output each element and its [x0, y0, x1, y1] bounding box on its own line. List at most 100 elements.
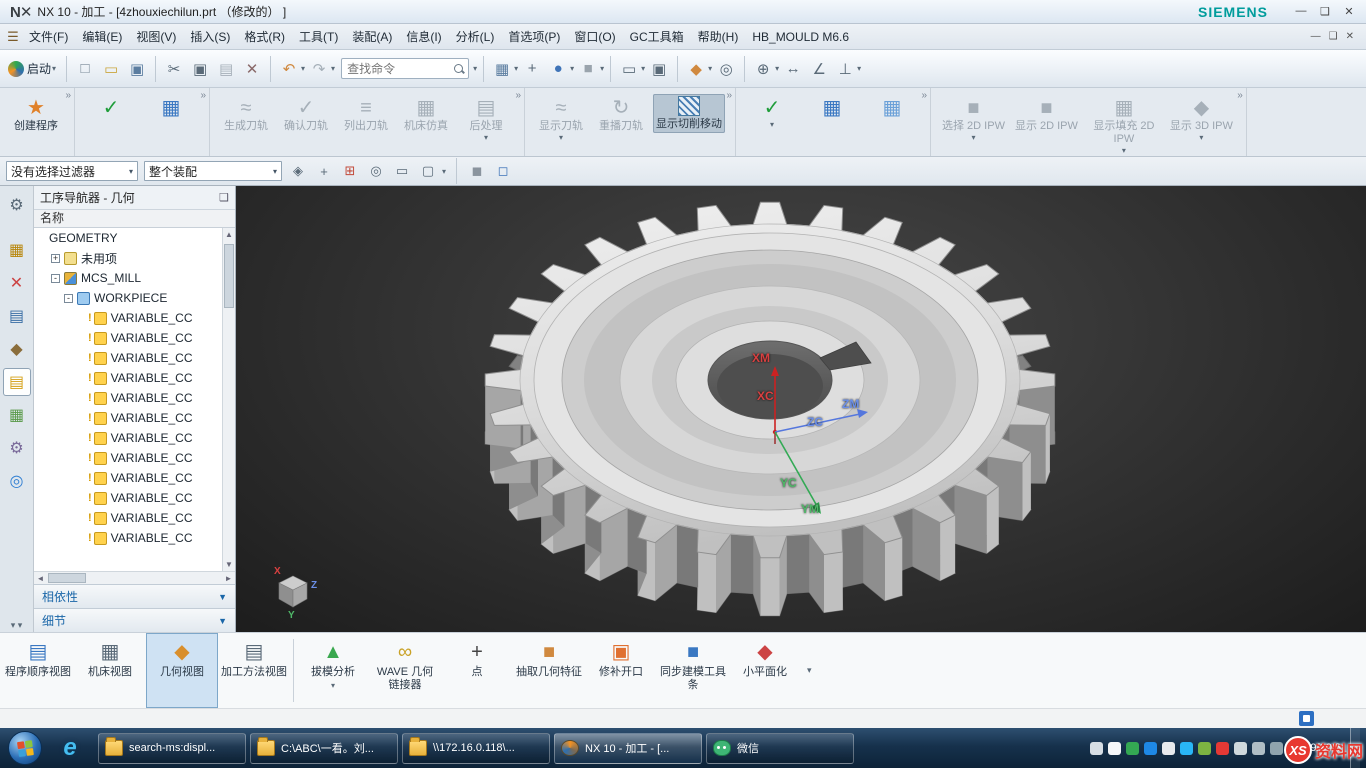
save-button[interactable]: ▣: [125, 57, 149, 81]
menu-item-12[interactable]: GC工具箱: [623, 25, 691, 49]
language-bar-icon[interactable]: [1299, 711, 1314, 726]
group-overflow-icon[interactable]: »: [921, 90, 927, 101]
show-toolpath-button[interactable]: ≈显示刀轨▾: [533, 94, 589, 144]
shaded-cube-icon[interactable]: ◼: [467, 161, 487, 181]
edit-operation-check-button[interactable]: ✓: [83, 94, 139, 122]
paste-button[interactable]: ▤: [214, 57, 238, 81]
pan-view-button[interactable]: +: [520, 57, 544, 81]
settings-button[interactable]: ⚙: [4, 192, 30, 218]
tree-row-variablecc-6[interactable]: !VARIABLE_CC: [34, 348, 222, 368]
dropdown-arrow-icon[interactable]: ▾: [331, 64, 335, 73]
tree-row-workpiece-3[interactable]: -WORKPIECE: [34, 288, 222, 308]
tree-row-variablecc-14[interactable]: !VARIABLE_CC: [34, 508, 222, 528]
patch-opening-button[interactable]: ▣修补开口: [585, 633, 657, 708]
vertical-scrollbar[interactable]: ▲ ▼: [222, 228, 235, 571]
replay-toolpath-button[interactable]: ↻重播刀轨: [593, 94, 649, 135]
child-close-button[interactable]: ✕: [1346, 31, 1354, 42]
start-button[interactable]: [8, 731, 42, 765]
machining-feature-navigator-button[interactable]: ▦: [4, 402, 30, 428]
reuse-library-button[interactable]: ◆: [4, 336, 30, 362]
dropdown-arrow-icon[interactable]: ▾: [1122, 146, 1126, 155]
scroll-right-icon[interactable]: ►: [222, 572, 235, 585]
tool-crib-button[interactable]: ⚙: [4, 435, 30, 461]
background-color-button[interactable]: ■: [576, 57, 600, 81]
postprocess-button[interactable]: ▤后处理▾: [458, 94, 514, 144]
dropdown-arrow-icon[interactable]: ▾: [857, 64, 861, 73]
child-restore-button[interactable]: ❑: [1329, 31, 1338, 42]
group-overflow-icon[interactable]: »: [726, 90, 732, 101]
dependencies-section[interactable]: 相依性 ▼: [34, 584, 235, 608]
qq-tray-icon[interactable]: [1144, 742, 1157, 755]
delete-button[interactable]: ✕: [240, 57, 264, 81]
dropdown-arrow-icon[interactable]: ▾: [442, 167, 446, 176]
part-navigator-button[interactable]: ▤: [4, 303, 30, 329]
menu-item-6[interactable]: 工具(T): [292, 25, 345, 49]
lasso-select-icon[interactable]: ▭: [392, 161, 412, 181]
usb-tray-icon[interactable]: [1270, 742, 1283, 755]
show-filled-2d-ipw-button[interactable]: ▦显示填充 2D IPW▾: [1085, 94, 1163, 157]
tree-row-variablecc-9[interactable]: !VARIABLE_CC: [34, 408, 222, 428]
dropdown-arrow-icon[interactable]: ▾: [641, 64, 645, 73]
panel-window-icon[interactable]: ❑: [219, 191, 229, 204]
open-file-button[interactable]: ▭: [99, 57, 123, 81]
dropdown-arrow-icon[interactable]: ▾: [600, 64, 604, 73]
tree-expander-icon[interactable]: -: [51, 274, 60, 283]
copy-button[interactable]: ▣: [188, 57, 212, 81]
workpiece-layers-2-button[interactable]: ▦: [864, 94, 920, 122]
dropdown-arrow-icon[interactable]: ▾: [1199, 133, 1203, 142]
menu-item-7[interactable]: 装配(A): [345, 25, 399, 49]
tree-row-variablecc-10[interactable]: !VARIABLE_CC: [34, 428, 222, 448]
dropdown-arrow-icon[interactable]: ▾: [301, 64, 305, 73]
list-toolpath-button[interactable]: ≡列出刀轨: [338, 94, 394, 135]
touch-keyboard-tray-icon[interactable]: [1090, 742, 1103, 755]
redo-button[interactable]: ↷: [307, 57, 331, 81]
simulate-machine-button[interactable]: ▦机床仿真: [398, 94, 454, 135]
selection-scope-dropdown[interactable]: 整个装配 ▾: [144, 161, 282, 181]
antivirus-tray-icon[interactable]: [1126, 742, 1139, 755]
menu-item-14[interactable]: HB_MOULD M6.6: [745, 25, 856, 49]
group-overflow-icon[interactable]: »: [1237, 90, 1243, 101]
menu-item-4[interactable]: 插入(S): [183, 25, 237, 49]
menu-item-3[interactable]: 视图(V): [129, 25, 183, 49]
gear-3d-model[interactable]: [236, 186, 1366, 632]
group-overflow-icon[interactable]: »: [515, 90, 521, 101]
measure-angle-button[interactable]: ∠: [807, 57, 831, 81]
snap-plus-icon[interactable]: ⊞: [340, 161, 360, 181]
tree-row-variablecc-15[interactable]: !VARIABLE_CC: [34, 528, 222, 548]
scroll-left-icon[interactable]: ◄: [34, 572, 47, 585]
dropdown-arrow-icon[interactable]: ▾: [484, 133, 488, 142]
scrollbar-thumb[interactable]: [224, 244, 234, 308]
point-button[interactable]: +点: [441, 633, 513, 708]
synchronous-modeling-button[interactable]: ■同步建模工具条: [657, 633, 729, 708]
menu-item-13[interactable]: 帮助(H): [691, 25, 746, 49]
workpiece-layers-button[interactable]: ▦: [804, 94, 860, 122]
tree-row--1[interactable]: +未用项: [34, 248, 222, 268]
view-triad[interactable]: [279, 576, 307, 607]
dropdown-arrow-icon[interactable]: ▾: [331, 681, 335, 690]
group-overflow-icon[interactable]: »: [200, 90, 206, 101]
assembly-navigator-button[interactable]: ▦: [4, 237, 30, 263]
select-2d-ipw-button[interactable]: ■选择 2D IPW▾: [939, 94, 1008, 144]
datum-plane-button[interactable]: ⊥: [833, 57, 857, 81]
ime-tray-icon[interactable]: [1108, 742, 1121, 755]
draft-analysis-button[interactable]: ▲拔模分析▾: [297, 633, 369, 708]
create-program-button[interactable]: ★创建程序: [8, 94, 64, 135]
web-browser-button[interactable]: ◎: [4, 468, 30, 494]
browser-tray-icon[interactable]: [1162, 742, 1175, 755]
measure-distance-button[interactable]: ↔: [781, 57, 805, 81]
menu-item-10[interactable]: 首选项(P): [501, 25, 567, 49]
verify-toolpath-button[interactable]: ✓确认刀轨: [278, 94, 334, 135]
dropdown-arrow-icon[interactable]: ▾: [559, 133, 563, 142]
security-tray-icon[interactable]: [1198, 742, 1211, 755]
tree-expander-icon[interactable]: -: [64, 294, 73, 303]
dropdown-arrow-icon[interactable]: ▾: [708, 64, 712, 73]
dropdown-arrow-icon[interactable]: ▾: [514, 64, 518, 73]
dropdown-arrow-icon[interactable]: ▾: [971, 133, 975, 142]
wechat-taskbar-button[interactable]: 微信: [706, 733, 854, 764]
horizontal-scrollbar[interactable]: ◄ ►: [34, 571, 235, 584]
strip-expand-icon[interactable]: ▾ ▾: [11, 619, 23, 632]
move-handles-icon[interactable]: +: [314, 161, 334, 181]
graphics-viewport[interactable]: XM XC ZM ZC YC YM X Z Y: [236, 186, 1366, 632]
tree-row-variablecc-5[interactable]: !VARIABLE_CC: [34, 328, 222, 348]
geometry-view-button[interactable]: ◆几何视图: [146, 633, 218, 708]
